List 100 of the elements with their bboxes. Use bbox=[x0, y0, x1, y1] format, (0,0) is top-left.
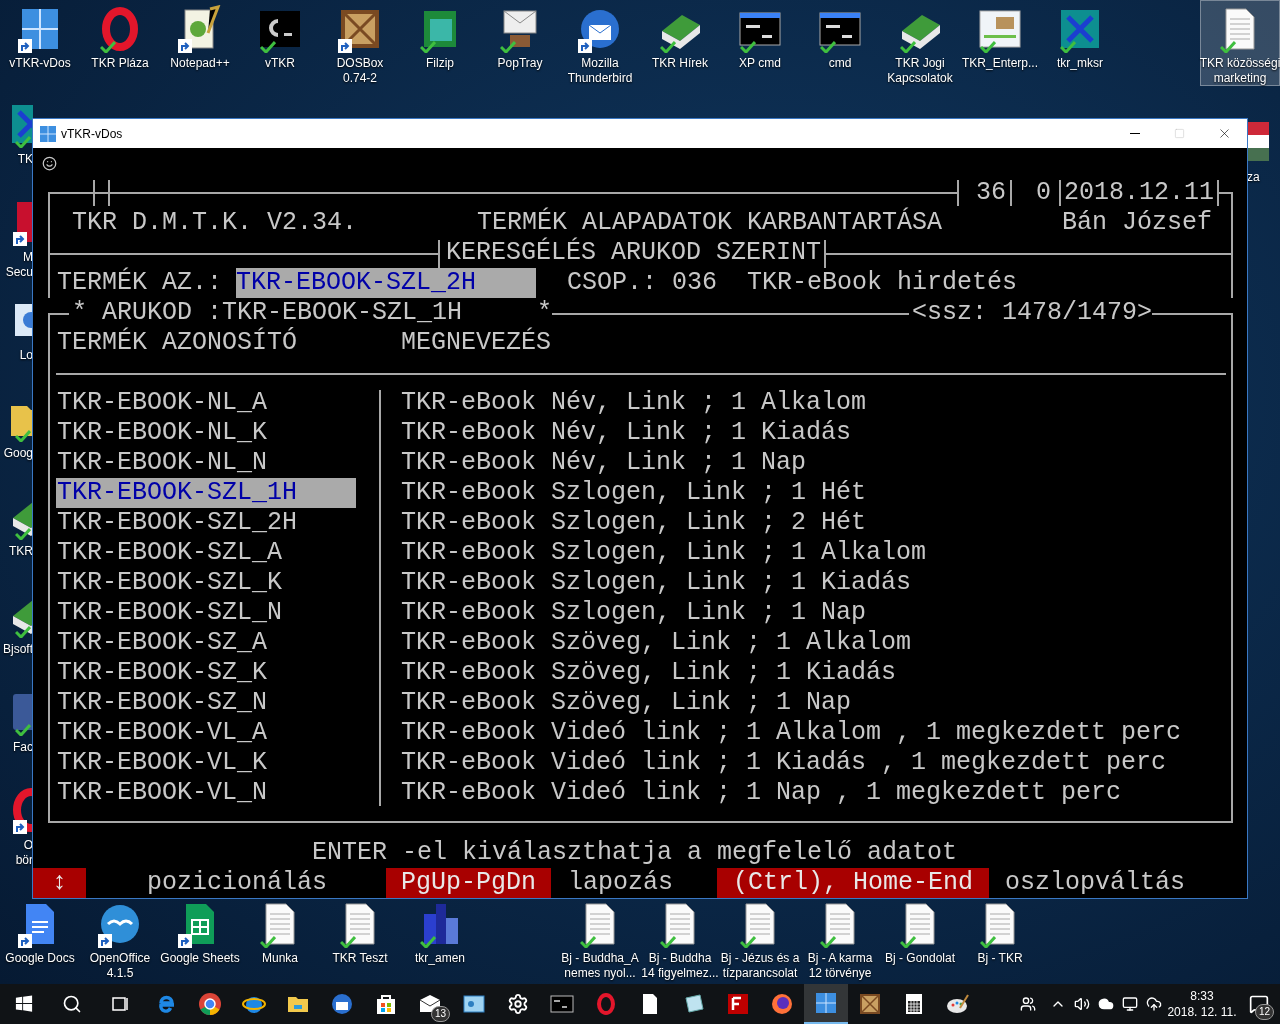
desktop-shortcut[interactable]: Mozilla Thunderbird bbox=[560, 0, 640, 86]
shortcut-label: TKR_Enterp... bbox=[962, 56, 1038, 71]
shortcut-label: TKR Pláza bbox=[91, 56, 149, 71]
shortcut-label: Munka bbox=[262, 951, 298, 966]
mail-app-icon bbox=[330, 992, 354, 1016]
notepad-icon bbox=[682, 992, 706, 1016]
desktop-shortcut[interactable]: TKR Hírek bbox=[640, 0, 720, 86]
palette-icon bbox=[946, 992, 970, 1016]
desktop-shortcut[interactable]: tkr_mksr bbox=[1040, 0, 1120, 86]
desktop-shortcut[interactable]: XP cmd bbox=[720, 0, 800, 86]
desktop-shortcut[interactable]: za bbox=[1247, 116, 1280, 214]
product-code-cell[interactable]: TKR-EBOOK-SZL_1H bbox=[56, 478, 356, 508]
shopping-bag-icon bbox=[374, 992, 398, 1016]
desktop-shortcut[interactable]: Munka bbox=[240, 895, 320, 981]
key-action: pozicionálás bbox=[147, 868, 327, 898]
shortcut-label: Bj - Buddha_A bbox=[561, 951, 639, 966]
taskbar-app-window-button[interactable] bbox=[804, 984, 848, 1024]
shortcut-label: Google Sheets bbox=[160, 951, 240, 966]
shortcut-label: tkr_mksr bbox=[1057, 56, 1103, 71]
product-code-cell[interactable]: TKR-EBOOK-NL_A bbox=[56, 388, 356, 418]
shortcut-label: Bj - A karma bbox=[807, 951, 873, 966]
desktop-shortcut[interactable]: TKR Teszt bbox=[320, 895, 400, 981]
key-label: (Ctrl), Home-End bbox=[717, 868, 990, 898]
desktop-shortcut[interactable]: Bj - Jézus és a tízparancsolat bbox=[720, 895, 800, 981]
shortcut-label: TK bbox=[17, 152, 33, 167]
hint-text: ENTER -el kiválaszthatja a megfelelő adatot bbox=[312, 838, 958, 868]
date-text: 2018.12.11 bbox=[1064, 178, 1215, 208]
desktop-shortcut[interactable]: TKR közösségi marketing bbox=[1200, 0, 1280, 86]
desktop-shortcut[interactable]: DOSBox 0.74-2 bbox=[320, 0, 400, 86]
desktop-shortcut[interactable]: Google Docs bbox=[0, 895, 80, 981]
shortcut-label: TKR Jogi bbox=[895, 56, 945, 71]
desktop-shortcut[interactable]: O bör bbox=[0, 784, 33, 882]
shortcut-label: Google Docs bbox=[5, 951, 75, 966]
desktop-shortcut[interactable]: Filzip bbox=[400, 0, 480, 86]
product-code-cell[interactable]: TKR-EBOOK-VL_K bbox=[56, 748, 356, 778]
desktop-shortcut[interactable]: OpenOffice 4.1.5 bbox=[80, 895, 160, 981]
desktop-shortcut[interactable]: Bj - A karma 12 törvénye bbox=[800, 895, 880, 981]
desktop-shortcut[interactable]: Bj - Buddha 14 figyelmez... bbox=[640, 895, 720, 981]
desktop-shortcut[interactable]: TKR bbox=[0, 490, 33, 588]
window-title: vTKR-vDos bbox=[61, 125, 123, 143]
desktop-shortcut[interactable]: TKR_Enterp... bbox=[960, 0, 1040, 86]
desktop-shortcut[interactable]: Bjsoft bbox=[0, 588, 33, 686]
ring-icon bbox=[594, 992, 618, 1016]
desktop-shortcut[interactable]: TKR Pláza bbox=[80, 0, 160, 86]
counter-text: 36 bbox=[976, 178, 1007, 208]
shortcut-label: Fac bbox=[13, 740, 33, 755]
desktop-shortcut[interactable]: Bj - Gondolat bbox=[880, 895, 960, 981]
ring-icon bbox=[11, 786, 33, 834]
cloud-icon bbox=[1098, 996, 1114, 1012]
desktop-shortcut[interactable]: Bj - TKR bbox=[960, 895, 1040, 981]
desktop-shortcut[interactable]: cmd bbox=[800, 0, 880, 86]
crate-icon bbox=[858, 992, 882, 1016]
product-code-cell[interactable]: TKR-EBOOK-SZL_N bbox=[56, 598, 356, 628]
desktop-shortcut[interactable]: TKR Jogi Kapcsolatok bbox=[880, 0, 960, 86]
product-code-cell[interactable]: TKR-EBOOK-VL_N bbox=[56, 778, 356, 808]
desktop-shortcut[interactable]: Goog bbox=[0, 392, 33, 490]
notifications-button[interactable]: 12 bbox=[1238, 984, 1280, 1024]
product-code-cell[interactable]: TKR-EBOOK-NL_N bbox=[56, 448, 356, 478]
product-code-cell[interactable]: TKR-EBOOK-SZ_N bbox=[56, 688, 356, 718]
app-window-icon bbox=[814, 991, 838, 1015]
shortcut-label: PopTray bbox=[497, 56, 543, 71]
key-label: ↕ bbox=[33, 868, 86, 898]
column-header: MEGNEVEZÉS bbox=[401, 328, 552, 358]
column-header: TERMÉK AZONOSÍTÓ bbox=[57, 328, 299, 358]
shortcut-label: DOSBox bbox=[336, 56, 384, 71]
desktop-shortcut[interactable]: PopTray bbox=[480, 0, 560, 86]
app-window-icon bbox=[462, 992, 486, 1016]
taskbar-envelope-button[interactable]: 13 bbox=[408, 984, 452, 1024]
shortcut-label: TKR bbox=[9, 544, 33, 559]
product-code-cell[interactable]: TKR-EBOOK-SZL_2H bbox=[56, 508, 356, 538]
desktop-shortcut[interactable]: vTKR bbox=[240, 0, 320, 86]
desktop-shortcut[interactable]: Google Sheets bbox=[160, 895, 240, 981]
shortcut-label: OpenOffice bbox=[89, 951, 151, 966]
desktop-shortcut[interactable]: tkr_amen bbox=[400, 895, 480, 981]
product-name-cell: TKR-eBook Szlogen, Link ; 1 Kiadás bbox=[401, 568, 912, 598]
user-name: Bán József bbox=[1062, 208, 1213, 238]
shortcut-label: za bbox=[1247, 170, 1260, 185]
desktop-shortcut[interactable]: Notepad++ bbox=[160, 0, 240, 86]
product-code-cell[interactable]: TKR-EBOOK-SZ_K bbox=[56, 658, 356, 688]
shortcut-label: tízparancsolat bbox=[722, 966, 798, 981]
product-code-cell[interactable]: TKR-EBOOK-SZ_A bbox=[56, 628, 356, 658]
shortcut-label: Goog bbox=[3, 446, 33, 461]
product-id-field[interactable]: TKR-EBOOK-SZL_2H bbox=[236, 268, 536, 298]
task-view-icon bbox=[110, 994, 130, 1014]
product-code-cell[interactable]: TKR-EBOOK-SZL_K bbox=[56, 568, 356, 598]
product-code-cell[interactable]: TKR-EBOOK-VL_A bbox=[56, 718, 356, 748]
shortcut-label: vTKR-vDos bbox=[9, 56, 71, 71]
clock-button[interactable]: 8:33 2018. 12. 11. bbox=[1166, 984, 1238, 1024]
browser-icon bbox=[770, 992, 794, 1016]
desktop-shortcut[interactable]: Bj - Buddha_A nemes nyol... bbox=[560, 895, 640, 981]
maximize-icon bbox=[1174, 128, 1185, 139]
product-code-cell[interactable]: TKR-EBOOK-NL_K bbox=[56, 418, 356, 448]
shortcut-label: Bj - Jézus és a bbox=[720, 951, 800, 966]
desktop-shortcut[interactable]: Fac bbox=[0, 686, 33, 784]
product-code-cell[interactable]: TKR-EBOOK-SZL_A bbox=[56, 538, 356, 568]
group-code: 036 bbox=[672, 268, 718, 298]
record-position: <ssz: 1478/1479> bbox=[912, 298, 1153, 328]
terminal-icon bbox=[550, 992, 574, 1016]
shortcut-label: bör bbox=[15, 853, 33, 868]
desktop-shortcut[interactable]: vTKR-vDos bbox=[0, 0, 80, 86]
